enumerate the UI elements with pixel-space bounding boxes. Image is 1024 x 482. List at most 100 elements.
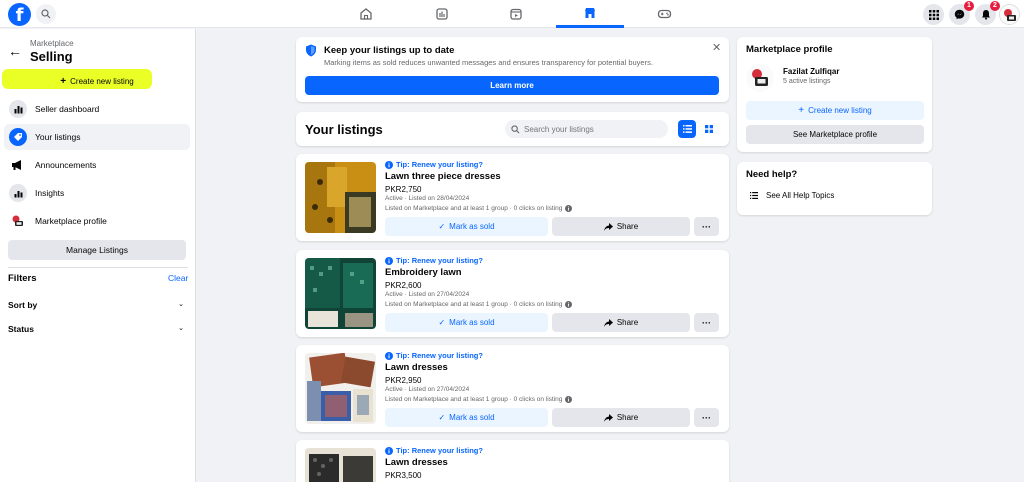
avatar-image: [746, 64, 774, 92]
profile-name[interactable]: Fazilat Zulfiqar: [783, 67, 839, 76]
share-icon: [603, 222, 613, 231]
grid-view-button[interactable]: [700, 120, 718, 138]
menu-button[interactable]: [923, 4, 944, 25]
help-item-label: See All Help Topics: [766, 191, 835, 200]
banner-title: Keep your listings up to date: [324, 45, 455, 56]
share-label: Share: [616, 222, 639, 231]
status-dropdown[interactable]: Status ⌄: [8, 324, 184, 334]
tab-gaming[interactable]: [630, 0, 698, 28]
sort-by-label: Sort by: [8, 300, 38, 310]
manage-listings-button[interactable]: Manage Listings: [8, 240, 186, 260]
listing-image[interactable]: [305, 353, 376, 424]
notifications-badge: 2: [990, 1, 1000, 11]
your-listings-title: Your listings: [305, 122, 383, 137]
see-all-help-topics-link[interactable]: See All Help Topics: [750, 191, 834, 200]
sidebar-item-announcements[interactable]: Announcements: [4, 152, 190, 178]
tab-marketplace[interactable]: [556, 0, 624, 28]
mark-as-sold-button[interactable]: ✓ Mark as sold: [385, 217, 548, 236]
info-icon[interactable]: [565, 205, 573, 212]
create-new-listing-button[interactable]: + Create new listing: [8, 72, 186, 91]
listing-price: PKR2,750: [385, 185, 422, 194]
listing-card[interactable]: Tip: Renew your listing? Lawn dresses PK…: [296, 345, 729, 432]
share-label: Share: [616, 413, 639, 422]
share-label: Share: [616, 318, 639, 327]
listing-price: PKR2,950: [385, 376, 422, 385]
listing-title[interactable]: Lawn three piece dresses: [385, 171, 501, 182]
listing-status: Active · Listed on 28/04/2024: [385, 195, 470, 202]
grid-view-icon: [705, 125, 713, 133]
back-arrow-icon[interactable]: ←: [8, 43, 22, 59]
facebook-logo[interactable]: f: [8, 3, 31, 26]
info-icon: [385, 446, 393, 455]
your-listings-header: Your listings: [296, 112, 729, 146]
listing-title[interactable]: Embroidery lawn: [385, 267, 462, 278]
keep-listings-banner: Keep your listings up to date Marking it…: [296, 37, 729, 102]
marketplace-icon: [585, 7, 595, 18]
mark-as-sold-label: Mark as sold: [449, 318, 495, 327]
sidebar-supertitle: Marketplace: [30, 39, 74, 48]
info-icon[interactable]: [565, 396, 573, 403]
close-icon[interactable]: ✕: [712, 41, 721, 54]
profile-avatar[interactable]: [746, 64, 774, 92]
share-icon: [603, 413, 613, 422]
see-marketplace-profile-button[interactable]: See Marketplace profile: [746, 125, 924, 144]
avatar-image: [1000, 5, 1019, 24]
renew-tip[interactable]: Tip: Renew your listing?: [385, 351, 483, 360]
learn-more-button[interactable]: Learn more: [305, 76, 719, 95]
sidebar-item-label: Your listings: [35, 132, 81, 142]
messenger-button[interactable]: 1: [949, 1, 974, 25]
account-avatar[interactable]: [999, 4, 1020, 25]
bell-icon: [981, 10, 990, 20]
share-button[interactable]: Share: [552, 408, 690, 427]
tab-video[interactable]: [482, 0, 550, 28]
renew-tip[interactable]: Tip: Renew your listing?: [385, 256, 483, 265]
renew-tip[interactable]: Tip: Renew your listing?: [385, 446, 483, 455]
listing-image[interactable]: [305, 448, 376, 482]
grid-menu-icon: [928, 9, 939, 20]
mark-as-sold-button[interactable]: ✓ Mark as sold: [385, 408, 548, 427]
listing-title[interactable]: Lawn dresses: [385, 362, 448, 373]
search-icon: [511, 124, 520, 133]
more-options-button[interactable]: ···: [694, 408, 719, 427]
search-listings-input[interactable]: [524, 124, 654, 134]
plus-icon: +: [798, 105, 805, 116]
listing-image[interactable]: [305, 162, 376, 233]
info-icon[interactable]: [565, 301, 573, 308]
info-icon: [385, 256, 393, 265]
listing-card[interactable]: Tip: Renew your listing? Embroidery lawn…: [296, 250, 729, 337]
notifications-button[interactable]: 2: [975, 1, 1000, 25]
listing-reach: Listed on Marketplace and at least 1 gro…: [385, 396, 573, 403]
shield-icon: [306, 44, 316, 57]
listing-title[interactable]: Lawn dresses: [385, 457, 448, 468]
mark-as-sold-button[interactable]: ✓ Mark as sold: [385, 313, 548, 332]
share-button[interactable]: Share: [552, 217, 690, 236]
sidebar-item-insights[interactable]: Insights: [4, 180, 190, 206]
mark-as-sold-label: Mark as sold: [449, 222, 495, 231]
search-button[interactable]: [36, 4, 56, 24]
list-view-icon: [682, 125, 692, 133]
listing-image[interactable]: [305, 258, 376, 329]
video-icon: [510, 8, 522, 20]
create-new-listing-button[interactable]: + Create new listing: [746, 101, 924, 120]
sort-by-dropdown[interactable]: Sort by ⌄: [8, 300, 184, 310]
tip-text: Tip: Renew your listing?: [396, 160, 483, 169]
tab-pages[interactable]: [408, 0, 476, 28]
list-view-button[interactable]: [678, 120, 696, 138]
dashboard-icon: [9, 100, 27, 118]
tab-home[interactable]: [332, 0, 400, 28]
clear-filters-link[interactable]: Clear: [168, 273, 188, 283]
insights-icon: [9, 184, 27, 202]
listing-card[interactable]: Tip: Renew your listing? Lawn dresses PK…: [296, 440, 729, 482]
sidebar-item-seller-dashboard[interactable]: Seller dashboard: [4, 96, 190, 122]
sidebar-item-your-listings[interactable]: Your listings: [4, 124, 190, 150]
search-listings-box[interactable]: [505, 120, 668, 138]
listing-card[interactable]: Tip: Renew your listing? Lawn three piec…: [296, 154, 729, 241]
more-options-button[interactable]: ···: [694, 217, 719, 236]
sidebar-item-marketplace-profile[interactable]: Marketplace profile: [4, 208, 190, 234]
renew-tip[interactable]: Tip: Renew your listing?: [385, 160, 483, 169]
messenger-badge: 1: [964, 1, 974, 11]
checkmark-icon: ✓: [438, 318, 446, 327]
more-options-button[interactable]: ···: [694, 313, 719, 332]
share-button[interactable]: Share: [552, 313, 690, 332]
search-icon: [41, 9, 51, 19]
